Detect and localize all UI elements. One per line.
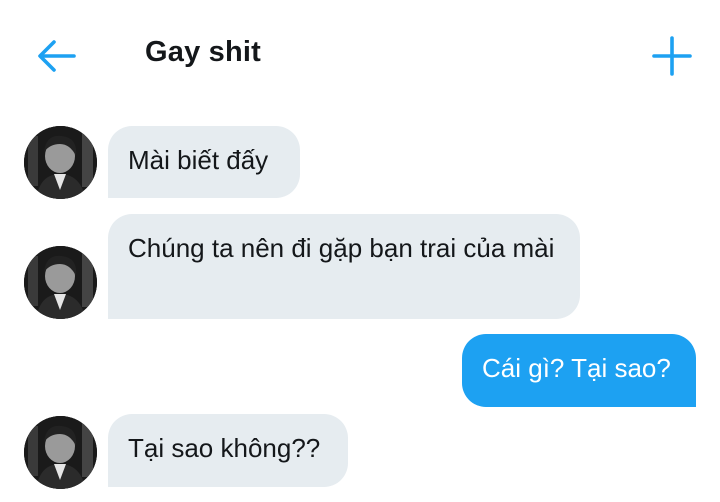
profile-photo <box>24 416 97 489</box>
avatar[interactable] <box>24 246 97 319</box>
incoming-message-bubble[interactable]: Mài biết đấy <box>108 126 300 198</box>
incoming-message-bubble[interactable]: Chúng ta nên đi gặp bạn trai của mài <box>108 214 580 319</box>
profile-photo <box>24 246 97 319</box>
back-button[interactable] <box>30 34 80 78</box>
profile-photo <box>24 126 97 199</box>
conversation-header: Gay shit <box>0 0 720 110</box>
message-row: Mài biết đấy <box>0 126 720 200</box>
message-row: Cái gì? Tại sao? <box>0 334 720 408</box>
avatar[interactable] <box>24 126 97 199</box>
add-button[interactable] <box>648 32 696 80</box>
plus-icon <box>652 36 692 76</box>
message-row: Chúng ta nên đi gặp bạn trai của mài <box>0 214 720 320</box>
dm-conversation-screen: Gay shit Mài biết đấy Chúng ta nên đi gặ… <box>0 0 720 502</box>
outgoing-message-bubble[interactable]: Cái gì? Tại sao? <box>462 334 696 407</box>
message-row: Tại sao không?? <box>0 414 720 490</box>
incoming-message-bubble[interactable]: Tại sao không?? <box>108 414 348 487</box>
conversation-title: Gay shit <box>145 36 262 68</box>
avatar[interactable] <box>24 416 97 489</box>
arrow-left-icon <box>38 40 76 72</box>
